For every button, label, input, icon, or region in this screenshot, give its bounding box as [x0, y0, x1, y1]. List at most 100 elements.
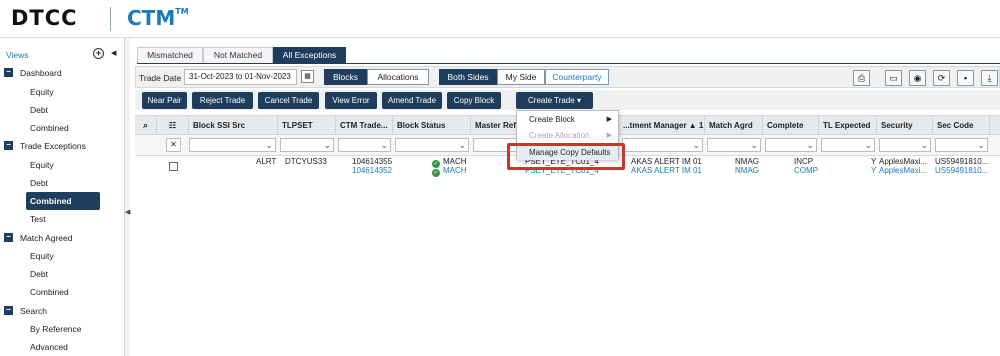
- near-pair-button[interactable]: Near Pair: [142, 92, 187, 109]
- pdf-icon[interactable]: ⎙: [853, 70, 870, 86]
- sidebar-item-match-debt[interactable]: Debt: [26, 265, 100, 283]
- sidebar-item-match-equity[interactable]: Equity: [26, 247, 100, 265]
- sidebar-group-label: Dashboard: [20, 68, 62, 78]
- sidebar-group-match-agreed[interactable]: − Match Agreed: [0, 229, 125, 247]
- cell-tl-2: Y: [871, 166, 877, 175]
- sidebar-item-exceptions-debt[interactable]: Debt: [26, 174, 100, 192]
- sidebar-item-dashboard-equity[interactable]: Equity: [26, 83, 100, 101]
- col-block-ssi-src[interactable]: Block SSI Src: [189, 116, 278, 135]
- cell-match-2: NMAG: [735, 166, 759, 175]
- filter-tl-expected[interactable]: ⌄: [821, 138, 875, 152]
- dtcc-logo: DTCC: [11, 6, 78, 30]
- filter-block-ssi-src[interactable]: ⌄: [189, 138, 276, 152]
- app-header: DTCC CTMTM: [0, 0, 1000, 38]
- col-block-status[interactable]: Block Status: [393, 116, 471, 135]
- cell-complete-1: INCP: [794, 157, 814, 166]
- col-tl-expected[interactable]: TL Expected: [819, 116, 877, 135]
- clear-filter-icon[interactable]: ✕: [166, 138, 181, 152]
- cell-tlpset: DTCYUS33: [285, 157, 327, 166]
- filter-investment-manager[interactable]: ⌄: [622, 138, 703, 152]
- logo-divider: [110, 7, 111, 31]
- cell-ssi-src: ALRT: [256, 157, 277, 166]
- zoom-icon[interactable]: ⌕: [135, 116, 157, 135]
- toggle-counterparty[interactable]: Counterparty: [545, 69, 609, 85]
- collapse-sidebar-icon[interactable]: ◀: [111, 49, 116, 57]
- save-icon[interactable]: ▪: [957, 70, 974, 86]
- collapse-minus-icon[interactable]: −: [4, 68, 13, 77]
- views-label[interactable]: Views: [6, 50, 29, 60]
- toggle-allocations[interactable]: Allocations: [367, 69, 429, 85]
- tab-not-matched[interactable]: Not Matched: [203, 47, 273, 63]
- reject-trade-button[interactable]: Reject Trade: [192, 92, 253, 109]
- sidebar-group-trade-exceptions[interactable]: − Trade Exceptions: [0, 137, 125, 155]
- filter-sec-code[interactable]: ⌄: [935, 138, 988, 152]
- trade-date-label: Trade Date: [139, 73, 182, 83]
- col-tlpset[interactable]: TLPSET: [278, 116, 336, 135]
- row-checkbox[interactable]: [169, 162, 178, 171]
- submenu-arrow-icon: ▶: [606, 132, 612, 139]
- menu-item-create-block[interactable]: Create Block ▶: [517, 112, 618, 127]
- view-error-button[interactable]: View Error: [325, 92, 377, 109]
- check-circle-icon: ✓: [432, 169, 440, 177]
- sidebar-group-label: Search: [20, 306, 47, 316]
- copy-block-button[interactable]: Copy Block: [447, 92, 501, 109]
- cell-security-1: ApplesMaxi...: [879, 157, 928, 166]
- amend-trade-button[interactable]: Amend Trade: [382, 92, 442, 109]
- col-ctm-trade[interactable]: CTM Trade...: [336, 116, 393, 135]
- filter-security[interactable]: ⌄: [879, 138, 931, 152]
- main-panel: Mismatched Not Matched All Exceptions Tr…: [130, 38, 1000, 356]
- cell-sec-code-2: US59491810...: [935, 166, 989, 175]
- download-icon[interactable]: ⤓: [981, 70, 998, 86]
- filter-match-agrd[interactable]: ⌄: [707, 138, 761, 152]
- highlight-box: [507, 143, 625, 170]
- eye-icon[interactable]: ◉: [909, 70, 926, 86]
- filter-ctm-trade[interactable]: ⌄: [338, 138, 391, 152]
- cell-ctm-trade-2[interactable]: 104614352: [352, 166, 392, 175]
- refresh-icon[interactable]: ⟳: [933, 70, 950, 86]
- column-chooser-icon[interactable]: ☷: [157, 116, 189, 135]
- sidebar-group-dashboard[interactable]: − Dashboard: [0, 64, 125, 82]
- sidebar-item-dashboard-debt[interactable]: Debt: [26, 101, 100, 119]
- trade-date-input[interactable]: 31-Oct-2023 to 01-Nov-2023: [184, 69, 297, 85]
- sidebar-group-label: Match Agreed: [20, 233, 73, 243]
- tab-underline: [137, 63, 1000, 64]
- cell-inv-mgr-1: AKAS ALERT IM 01: [631, 157, 702, 166]
- col-sec-code[interactable]: Sec Code: [933, 116, 990, 135]
- cell-sec-code-1: US59491810...: [935, 157, 989, 166]
- cell-security-2: ApplesMaxi...: [879, 166, 928, 175]
- col-complete[interactable]: Complete: [763, 116, 819, 135]
- sidebar-group-label: Trade Exceptions: [20, 141, 86, 151]
- col-security[interactable]: Security: [877, 116, 933, 135]
- sidebar-item-exceptions-test[interactable]: Test: [26, 210, 100, 228]
- sidebar-group-search[interactable]: − Search: [0, 302, 125, 320]
- filter-bar: Trade Date 31-Oct-2023 to 01-Nov-2023 ▦ …: [135, 66, 1000, 88]
- sidebar-item-search-advanced[interactable]: Advanced: [26, 338, 100, 356]
- col-match-agrd[interactable]: Match Agrd: [705, 116, 763, 135]
- filter-block-status[interactable]: ⌄: [395, 138, 469, 152]
- sidebar-item-search-by-reference[interactable]: By Reference: [26, 320, 100, 338]
- filter-complete[interactable]: ⌄: [765, 138, 817, 152]
- panel-icon[interactable]: ▭: [885, 70, 902, 86]
- sidebar-item-exceptions-equity[interactable]: Equity: [26, 156, 100, 174]
- create-trade-button[interactable]: Create Trade ▾: [516, 92, 593, 109]
- collapse-minus-icon[interactable]: −: [4, 141, 13, 150]
- cell-inv-mgr-2: AKAS ALERT IM 01: [631, 166, 702, 175]
- toggle-blocks[interactable]: Blocks: [324, 69, 367, 85]
- tab-all-exceptions[interactable]: All Exceptions: [273, 47, 346, 63]
- toggle-both-sides[interactable]: Both Sides: [439, 69, 497, 85]
- sidebar-header: Views + ◀: [0, 38, 125, 64]
- cell-ctm-trade-1[interactable]: 104614355: [352, 157, 392, 166]
- sidebar-item-match-combined[interactable]: Combined: [26, 283, 100, 301]
- cancel-trade-button[interactable]: Cancel Trade: [258, 92, 319, 109]
- sidebar-item-dashboard-combined[interactable]: Combined: [26, 119, 100, 137]
- collapse-minus-icon[interactable]: −: [4, 306, 13, 315]
- add-view-icon[interactable]: +: [93, 48, 104, 59]
- menu-item-create-allocation: Create Allocation ▶: [517, 128, 618, 143]
- collapse-minus-icon[interactable]: −: [4, 233, 13, 242]
- toggle-my-side[interactable]: My Side: [497, 69, 545, 85]
- cell-complete-2: COMP: [794, 166, 818, 175]
- tab-mismatched[interactable]: Mismatched: [137, 47, 203, 63]
- calendar-icon[interactable]: ▦: [301, 70, 314, 83]
- filter-tlpset[interactable]: ⌄: [280, 138, 334, 152]
- sidebar-item-exceptions-combined[interactable]: Combined: [26, 192, 100, 210]
